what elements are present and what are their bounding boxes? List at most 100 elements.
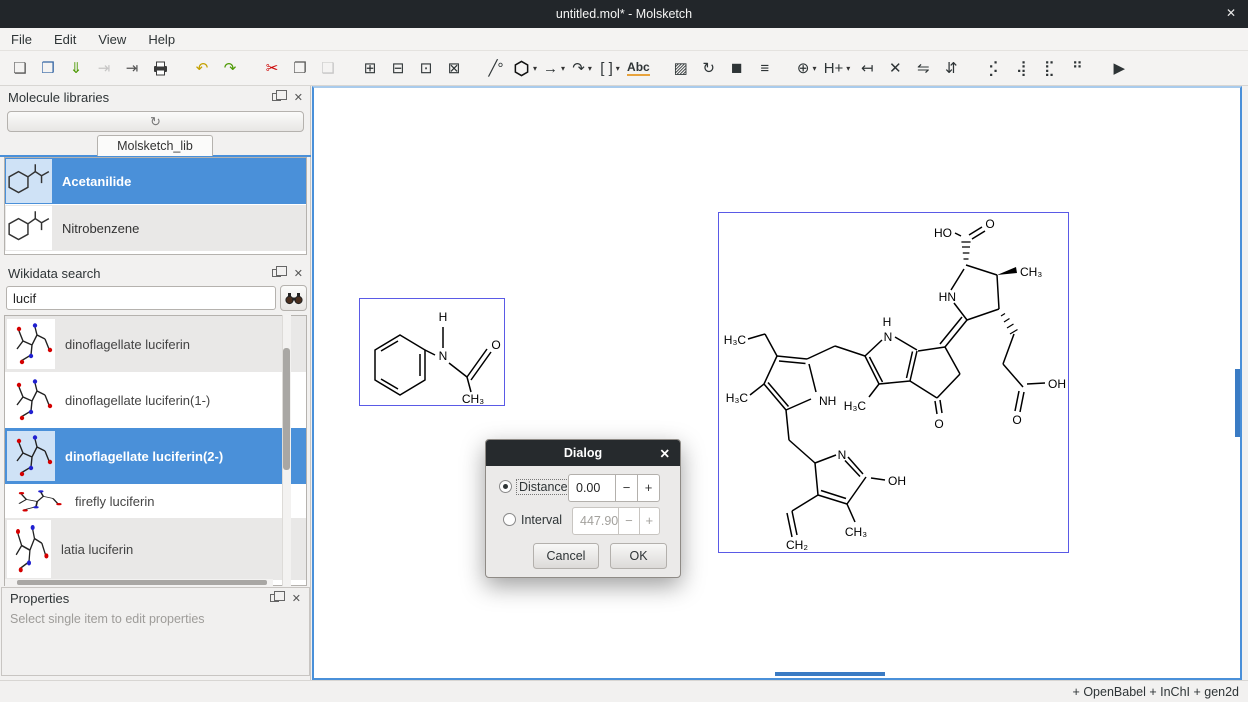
toolbar-overflow-button[interactable]: ▶ [1108, 55, 1130, 81]
wikidata-result-label: dinoflagellate luciferin(2-) [55, 449, 223, 464]
scrollbar-thumb[interactable] [283, 348, 290, 470]
menu-file[interactable]: File [0, 29, 43, 50]
wikidata-result[interactable]: dinoflagellate luciferin(1-) [5, 372, 306, 428]
text-tool-button[interactable]: Abc [627, 55, 650, 81]
molecule-tool-2-button[interactable]: ⢼ [1010, 55, 1032, 81]
drawing-canvas[interactable]: H N O CH₃ [312, 86, 1242, 680]
dialog-close-button[interactable]: ✕ [660, 446, 670, 461]
spin-decrement-button[interactable]: − [615, 475, 637, 501]
molecule-tool-1-icon: ⡪ [988, 61, 999, 76]
molecule-tool-4-icon: ⠛ [1072, 61, 1083, 76]
delete-tool-button[interactable]: ✕ [884, 55, 906, 81]
window-close-button[interactable]: ✕ [1226, 6, 1236, 20]
wikidata-horizontal-scrollbar[interactable] [5, 579, 273, 586]
statusbar: + OpenBabel + InChI + gen2d [0, 680, 1248, 702]
new-file-button[interactable]: ❏ [9, 55, 31, 81]
distance-radio-label[interactable]: Distance [517, 480, 570, 494]
brackets-dropdown[interactable]: ▾ [616, 64, 620, 73]
dock-close-icon[interactable]: ✕ [294, 91, 303, 104]
draw-bond-icon: ╱° [488, 61, 503, 76]
tab-molsketch-lib[interactable]: Molsketch_lib [97, 135, 213, 156]
menu-help[interactable]: Help [137, 29, 186, 50]
menu-edit[interactable]: Edit [43, 29, 87, 50]
library-tabbar: Molsketch_lib [0, 135, 311, 157]
dock-float-icon[interactable] [272, 269, 281, 277]
library-refresh-button[interactable]: ↻ [7, 111, 304, 132]
wikidata-result[interactable]: latia luciferin [5, 518, 306, 580]
zoom-fit-button[interactable]: ⊠ [443, 55, 465, 81]
distance-radio[interactable] [499, 480, 512, 493]
hatch-tool-button[interactable]: ▨ [670, 55, 692, 81]
flip-horizontal-button[interactable]: ⇋ [912, 55, 934, 81]
zoom-out-button[interactable]: ⊟ [387, 55, 409, 81]
dock-close-icon[interactable]: ✕ [292, 592, 301, 605]
charge-plus-dropdown[interactable]: ▾ [812, 64, 816, 73]
zoom-in-button[interactable]: ⊞ [359, 55, 381, 81]
mechanism-arrow-button[interactable]: ↷▾ [571, 55, 593, 81]
draw-ring-button[interactable]: ▾ [513, 55, 537, 81]
wikidata-result[interactable]: dinoflagellate luciferin [5, 316, 306, 372]
zoom-in-icon: ⊞ [364, 61, 377, 76]
molecule-tool-3-button[interactable]: ⣏ [1038, 55, 1060, 81]
wikidata-result[interactable]: dinoflagellate luciferin(2-) [5, 428, 306, 484]
charge-plus-button[interactable]: ⊕▾ [796, 55, 818, 81]
library-item[interactable]: Nitrobenzene [5, 205, 306, 251]
mechanism-arrow-dropdown[interactable]: ▾ [588, 64, 592, 73]
spin-increment-button[interactable]: + [637, 475, 659, 501]
menu-view[interactable]: View [87, 29, 137, 50]
hydrogen-add-button[interactable]: H+▾ [824, 55, 851, 81]
scrollbar-thumb[interactable] [17, 580, 267, 585]
wikidata-result-label: latia luciferin [51, 542, 133, 557]
reaction-arrow-dropdown[interactable]: ▾ [561, 64, 565, 73]
paste-icon: ❑ [321, 61, 334, 76]
export-file-button[interactable]: ⇥ [121, 55, 143, 81]
molecule-luciferin[interactable]: HO O CH₃ HN H N H₃C H₃C NH H₃C O OH O N … [718, 212, 1069, 553]
brackets-button[interactable]: [ ]▾ [599, 55, 621, 81]
redo-button[interactable]: ↷ [219, 55, 241, 81]
undo-button[interactable]: ↶ [191, 55, 213, 81]
zoom-original-button[interactable]: ⊡ [415, 55, 437, 81]
molecule-tool-4-button[interactable]: ⠛ [1066, 55, 1088, 81]
ok-button[interactable]: OK [610, 543, 667, 569]
molecule-acetanilide[interactable]: H N O CH₃ [359, 298, 505, 406]
cut-button[interactable]: ✂ [261, 55, 283, 81]
toolbar: ❏❒⇓⇥⇥↶↷✂❐❑⊞⊟⊡⊠╱°▾→▾↷▾[ ]▾Abc▨↻■≡⊕▾H+▾↤✕⇋… [0, 51, 1248, 86]
cancel-button[interactable]: Cancel [533, 543, 599, 569]
search-input[interactable] [6, 286, 276, 310]
printer-icon [152, 61, 169, 76]
canvas-vertical-scrollbar-thumb[interactable] [1235, 369, 1240, 437]
implicit-hydrogen-button[interactable]: ↤ [856, 55, 878, 81]
molecule-thumbnail [7, 488, 65, 514]
draw-bond-button[interactable]: ╱° [485, 55, 507, 81]
molecule-tool-2-icon: ⢼ [1016, 61, 1027, 76]
dock-close-icon[interactable]: ✕ [294, 267, 303, 280]
print-button[interactable] [149, 55, 171, 81]
molecule-tool-1-button[interactable]: ⡪ [982, 55, 1004, 81]
rotate-tool-button[interactable]: ↻ [698, 55, 720, 81]
panel-header: Wikidata search ✕ [0, 262, 311, 284]
hydrogen-add-dropdown[interactable]: ▾ [846, 64, 850, 73]
copy-button[interactable]: ❐ [289, 55, 311, 81]
distance-value[interactable]: 0.00 [569, 475, 615, 501]
flip-vertical-button[interactable]: ⇵ [940, 55, 962, 81]
left-dock: Molecule libraries ✕ ↻ Molsketch_lib Ace… [0, 86, 311, 680]
wikidata-vertical-scrollbar[interactable] [282, 315, 291, 586]
interval-radio[interactable] [503, 513, 516, 526]
distance-spinbox[interactable]: 0.00 − + [568, 474, 660, 502]
line-width-button[interactable]: ≡ [754, 55, 776, 81]
interval-radio-label[interactable]: Interval [521, 513, 562, 527]
color-swatch-button[interactable]: ■ [726, 55, 748, 81]
dock-float-icon[interactable] [272, 93, 281, 101]
export-file-icon: ⇥ [126, 61, 139, 76]
draw-ring-dropdown[interactable]: ▾ [533, 64, 537, 73]
window-title: untitled.mol* - Molsketch [556, 7, 692, 21]
reaction-arrow-button[interactable]: →▾ [543, 55, 565, 81]
wikidata-result[interactable]: firefly luciferin [5, 484, 306, 518]
dock-float-icon[interactable] [270, 594, 279, 602]
canvas-horizontal-scrollbar-thumb[interactable] [775, 672, 885, 676]
open-file-button[interactable]: ❒ [37, 55, 59, 81]
dialog-titlebar[interactable]: Dialog ✕ [486, 440, 680, 466]
library-item[interactable]: Acetanilide [5, 158, 306, 204]
save-file-button[interactable]: ⇓ [65, 55, 87, 81]
search-button[interactable] [280, 285, 307, 311]
